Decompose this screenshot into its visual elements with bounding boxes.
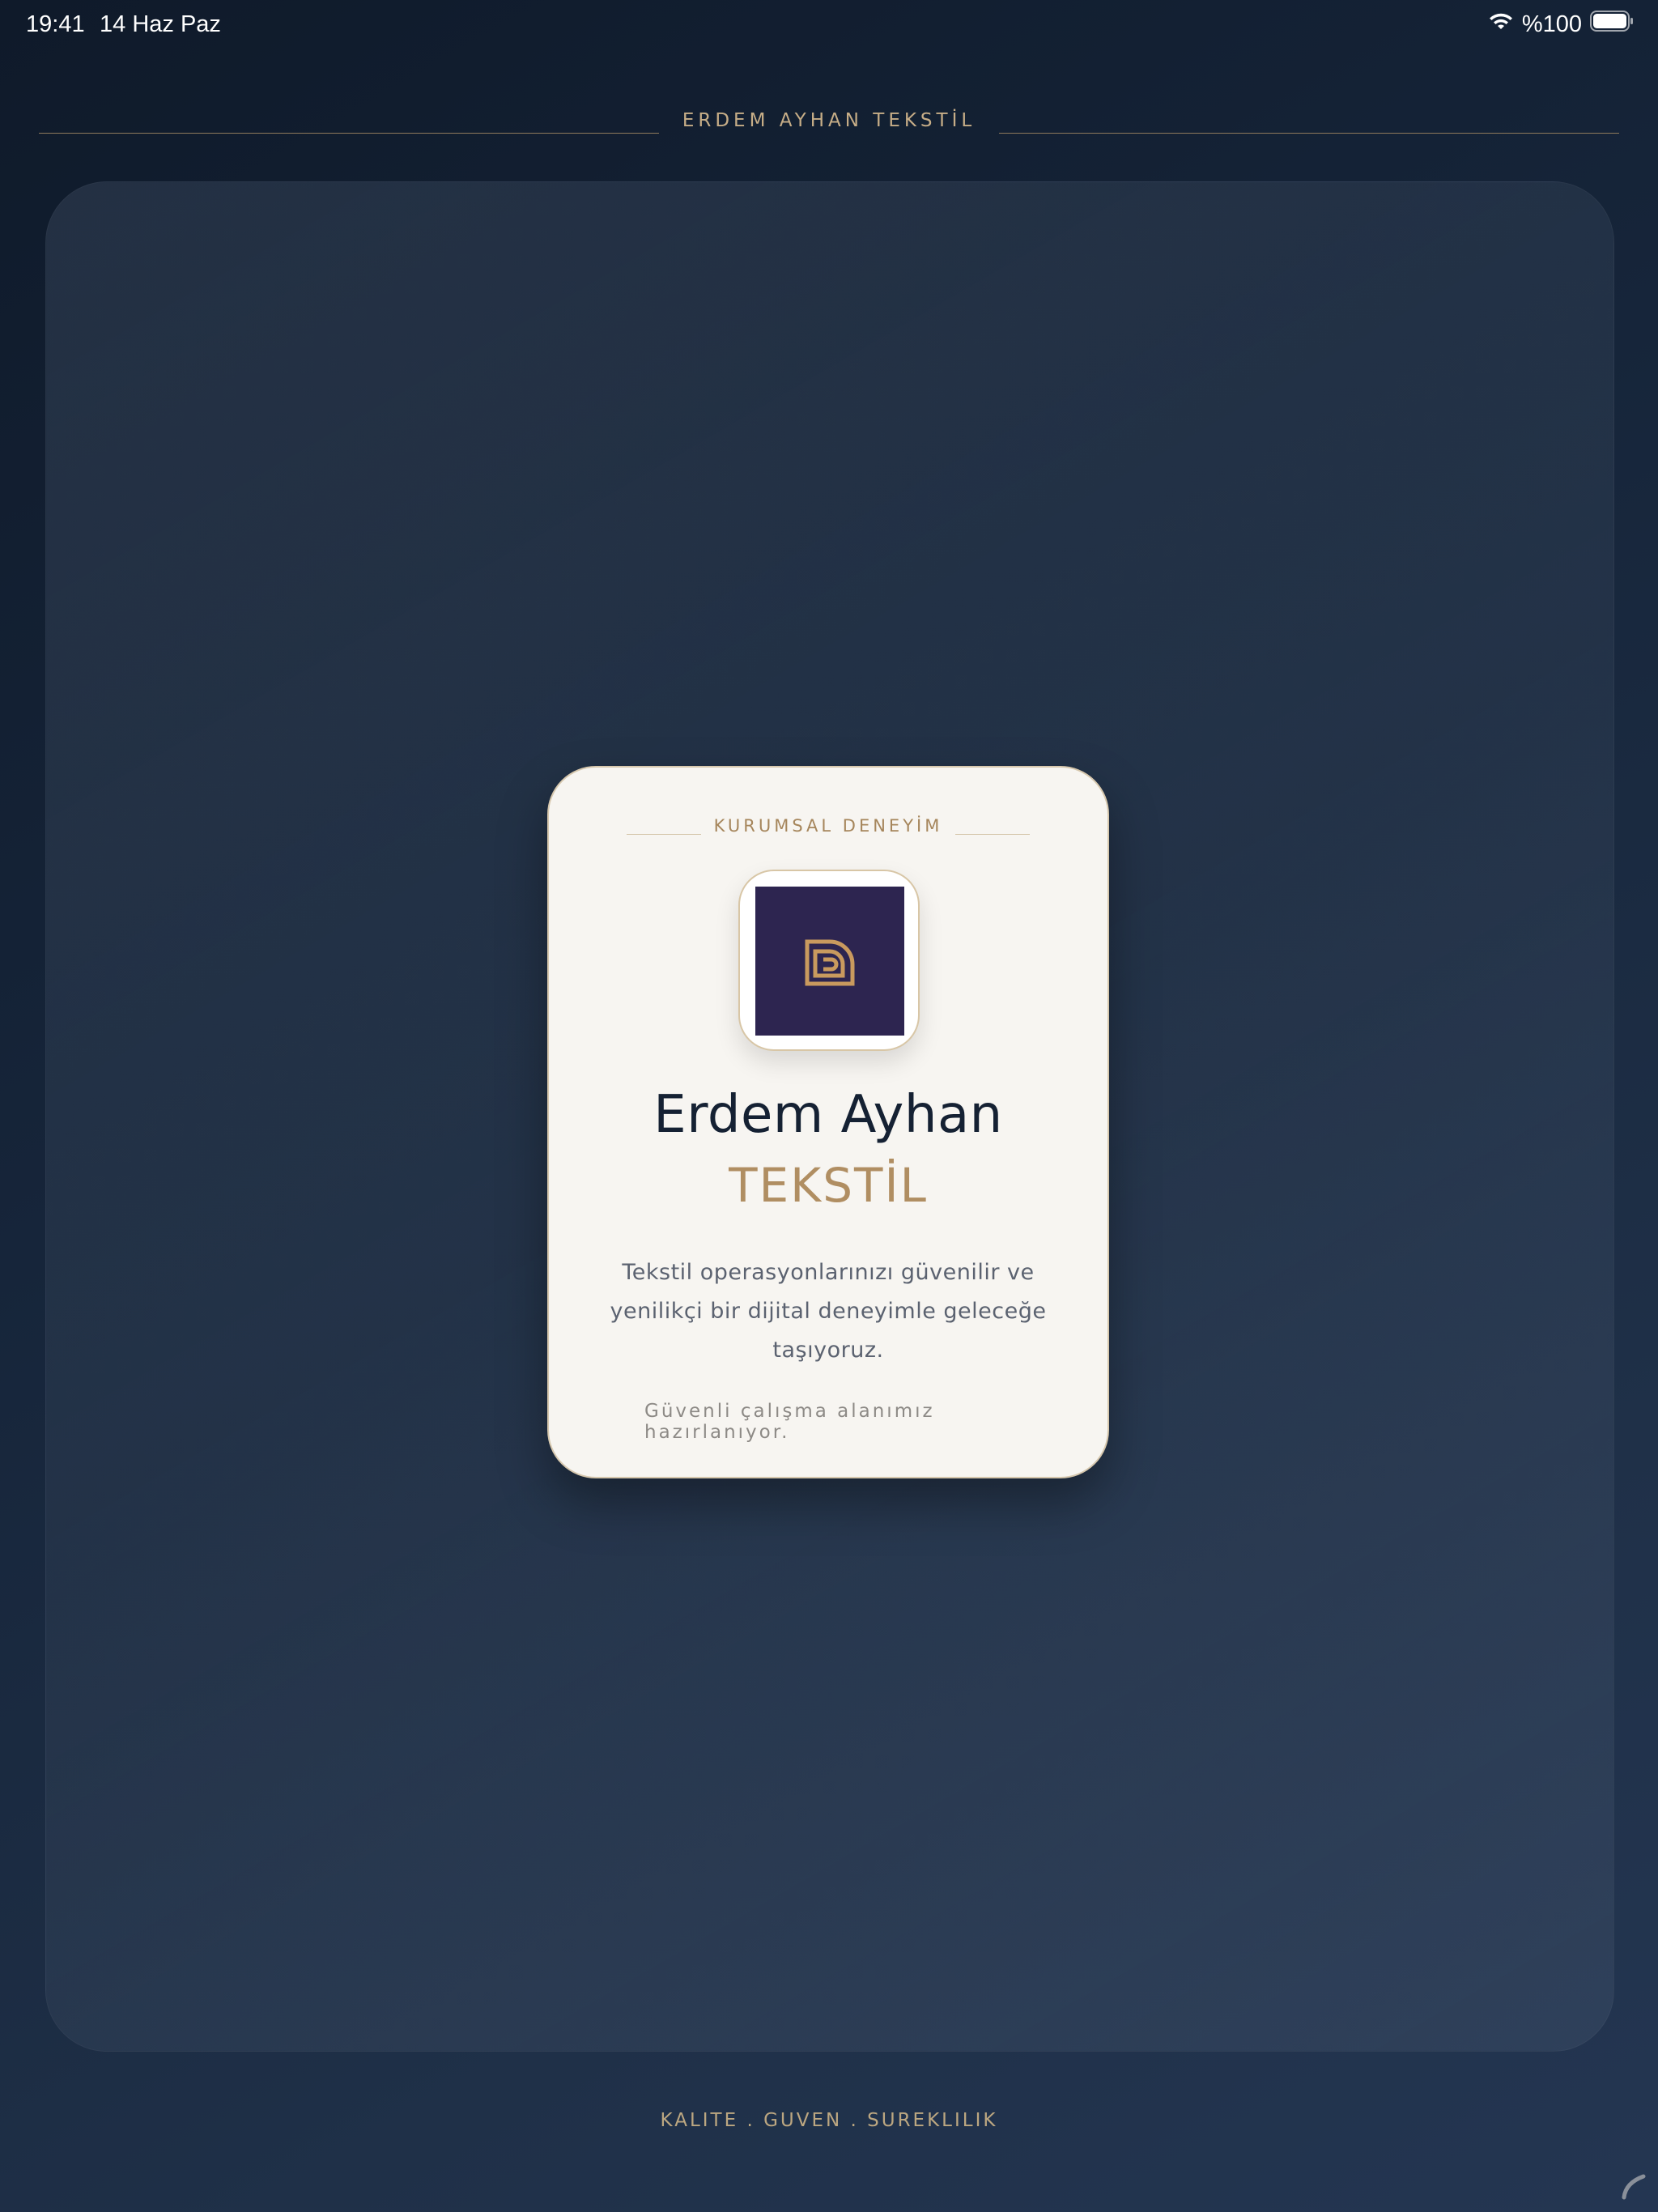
scroll-indicator-icon [1619, 2172, 1648, 2204]
top-brand-header: ERDEM AYHAN TEKSTİL [39, 110, 1619, 134]
status-time: 19:41 [26, 11, 85, 37]
wifi-icon [1488, 11, 1514, 38]
company-description: Tekstil operasyonlarınızı güvenilir ve y… [610, 1260, 1047, 1363]
brand-monogram-icon [755, 887, 904, 1036]
logo-frame [738, 870, 920, 1051]
battery-percent: %100 [1521, 11, 1582, 37]
card-eyebrow: KURUMSAL DENEYİM [713, 816, 943, 836]
status-bar: 19:41 14 Haz Paz %100 [0, 0, 1658, 52]
header-divider-left [39, 133, 659, 134]
battery-icon [1590, 11, 1634, 38]
brand-name: ERDEM AYHAN TEKSTİL [682, 110, 976, 131]
status-indicators: %100 [1488, 11, 1634, 38]
eyebrow-divider-right [955, 834, 1030, 835]
header-divider-right [999, 133, 1619, 134]
status-date: 14 Haz Paz [100, 11, 221, 37]
company-title: Erdem Ayhan [653, 1085, 1003, 1145]
footer-tagline: KALITE . GUVEN . SUREKLILIK [660, 2110, 998, 2131]
welcome-card: KURUMSAL DENEYİM Erdem Ayhan TEKSTİL Tek… [547, 766, 1109, 1478]
company-subtitle: TEKSTİL [729, 1158, 928, 1213]
loading-status-text: Güvenli çalışma alanımız hazırlanıyor. [644, 1401, 935, 1443]
